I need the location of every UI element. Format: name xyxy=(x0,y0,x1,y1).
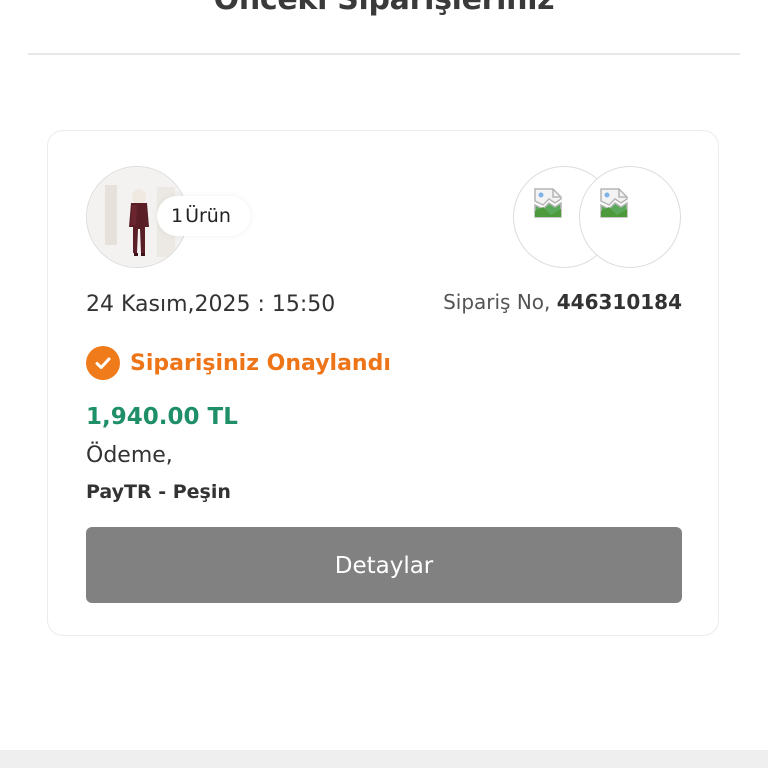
payment-method: PayTR - Peşin xyxy=(86,481,231,503)
order-status: Siparişiniz Onaylandı xyxy=(86,346,391,380)
title-divider xyxy=(28,53,740,55)
order-number: Sipariş No, 446310184 xyxy=(443,290,682,314)
check-circle-icon xyxy=(86,346,120,380)
bottom-bar xyxy=(0,750,768,768)
order-number-label: Sipariş No, xyxy=(443,290,551,314)
status-text: Siparişiniz Onaylandı xyxy=(130,350,391,376)
item-count-label: Ürün xyxy=(185,205,231,227)
order-price: 1,940.00 TL xyxy=(86,404,238,430)
status-thumbnail-2 xyxy=(579,166,681,268)
item-count-number: 1 xyxy=(171,205,184,227)
order-number-value: 446310184 xyxy=(556,290,682,314)
broken-image-icon xyxy=(600,188,628,218)
broken-image-icon xyxy=(534,188,562,218)
payment-label: Ödeme, xyxy=(86,443,173,468)
item-count-badge: 1 Ürün xyxy=(157,196,250,236)
page-title: Önceki Siparişleriniz xyxy=(0,0,768,17)
details-button[interactable]: Detaylar xyxy=(86,527,682,603)
order-date: 24 Kasım,2025 : 15:50 xyxy=(86,292,336,317)
